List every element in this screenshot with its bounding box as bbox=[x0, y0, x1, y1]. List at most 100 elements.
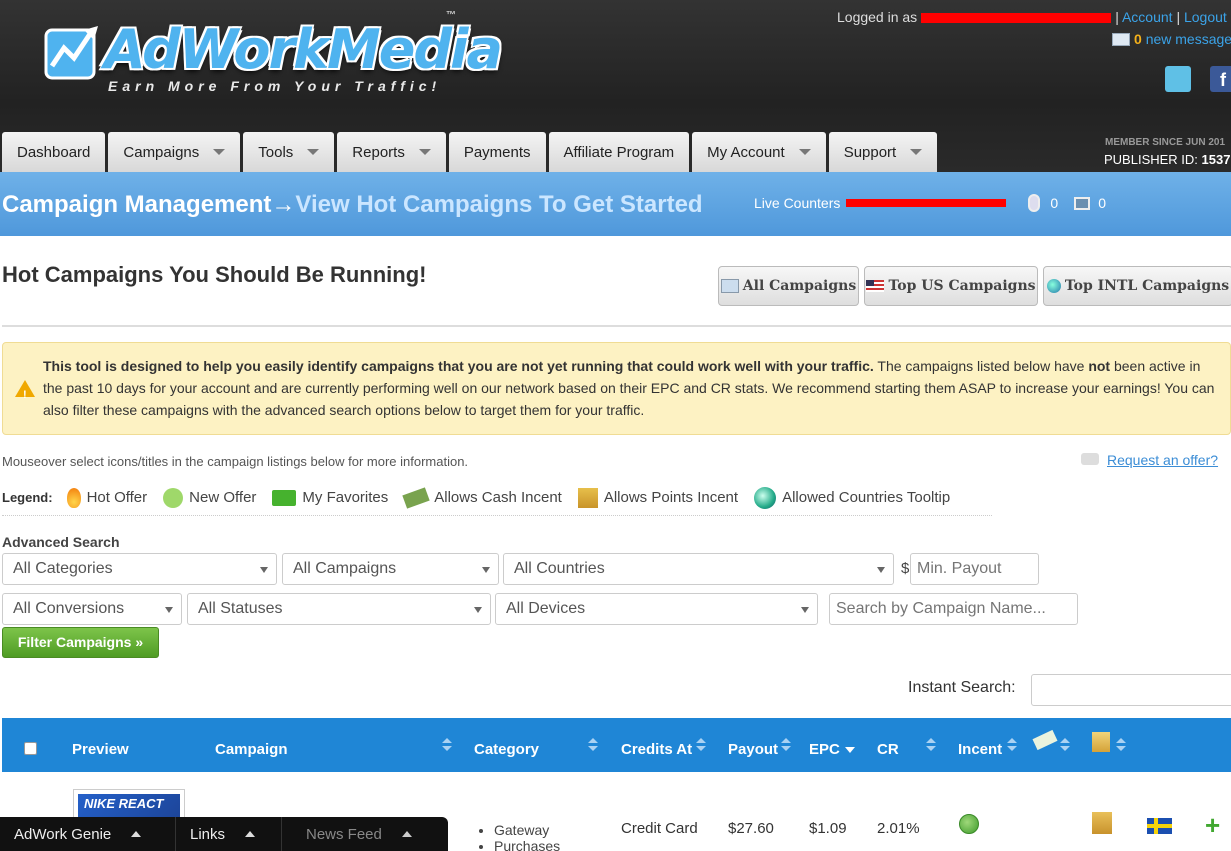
campaigns-select[interactable]: All Campaigns bbox=[282, 553, 499, 585]
countries-select[interactable]: All Countries bbox=[503, 553, 894, 585]
member-since: MEMBER SINCE JUN 201 bbox=[1105, 137, 1226, 148]
separator: | bbox=[1176, 9, 1181, 25]
nav-item-tools[interactable]: Tools bbox=[243, 132, 335, 172]
nav-item-reports[interactable]: Reports bbox=[337, 132, 446, 172]
account-link[interactable]: Account bbox=[1122, 9, 1173, 25]
devices-select[interactable]: All Devices bbox=[495, 593, 818, 625]
redacted-username bbox=[921, 13, 1112, 24]
column-category[interactable]: Category bbox=[474, 741, 539, 758]
nav-item-label: Tools bbox=[258, 143, 294, 161]
live-counters: Live Counters 0 0 bbox=[754, 194, 1106, 212]
adworkmedia-logo[interactable]: AdWorkMedia ™ Earn More From Your Traffi… bbox=[42, 6, 503, 101]
statuses-select[interactable]: All Statuses bbox=[187, 593, 491, 625]
site-header: AdWorkMedia ™ Earn More From Your Traffi… bbox=[0, 0, 1231, 172]
page-title-main: Campaign Management bbox=[2, 191, 272, 218]
legend-text: Hot Offer bbox=[86, 489, 148, 506]
us-flag-icon bbox=[866, 280, 885, 292]
clicks-count: 0 bbox=[1050, 195, 1059, 211]
chevron-up-icon bbox=[401, 831, 412, 837]
nav-item-affiliate-program[interactable]: Affiliate Program bbox=[548, 132, 690, 172]
select-value: All Devices bbox=[506, 600, 586, 617]
nav-item-label: Payments bbox=[463, 143, 531, 161]
legend-points-incent: Allows Points Incent bbox=[577, 487, 739, 508]
logo-trademark: ™ bbox=[446, 10, 456, 21]
select-value: All Countries bbox=[514, 560, 605, 577]
nav-item-payments[interactable]: Payments bbox=[448, 132, 546, 172]
chart-arrow-icon bbox=[44, 26, 98, 80]
categories-select[interactable]: All Categories bbox=[2, 553, 277, 585]
sort-icon[interactable] bbox=[588, 738, 598, 752]
links-tab[interactable]: Links bbox=[176, 817, 282, 851]
sort-icon[interactable] bbox=[442, 738, 452, 752]
main-nav: Dashboard Campaigns Tools Reports Payments Af… bbox=[2, 132, 938, 172]
mouseover-hint: Mouseover select icons/titles in the cam… bbox=[2, 454, 469, 469]
sort-icon[interactable] bbox=[926, 738, 936, 752]
sweden-flag-icon[interactable] bbox=[1147, 818, 1172, 834]
instant-search-label: Instant Search: bbox=[908, 679, 1016, 696]
legend-text: Allows Points Incent bbox=[603, 489, 739, 506]
sort-icon[interactable] bbox=[781, 738, 791, 752]
publisher-id-value: 15370 bbox=[1201, 152, 1231, 167]
nav-item-support[interactable]: Support bbox=[828, 132, 938, 172]
select-all-checkbox[interactable] bbox=[24, 742, 37, 755]
nav-item-my-account[interactable]: My Account bbox=[692, 132, 826, 172]
envelope-icon bbox=[1112, 33, 1130, 46]
instant-search-input[interactable] bbox=[1031, 674, 1231, 706]
chevron-down-icon bbox=[801, 607, 809, 613]
legend-cash-incent: Allows Cash Incent bbox=[402, 486, 562, 509]
request-offer-link[interactable]: Request an offer? bbox=[1081, 452, 1218, 468]
page-subtitle: View Hot Campaigns To Get Started bbox=[295, 191, 703, 218]
credits-at-value: Credit Card bbox=[621, 820, 698, 837]
news-feed-tab[interactable]: News Feed bbox=[282, 817, 448, 851]
adwork-genie-tab[interactable]: AdWork Genie bbox=[0, 817, 176, 851]
add-campaign-icon[interactable]: + bbox=[1205, 812, 1220, 838]
select-value: All Campaigns bbox=[293, 560, 397, 577]
all-campaigns-button[interactable]: All Campaigns bbox=[718, 266, 859, 306]
tab-label: AdWork Genie bbox=[14, 825, 112, 843]
notice-not: not bbox=[1088, 358, 1111, 374]
min-payout-input[interactable] bbox=[910, 553, 1039, 585]
notice-lead: This tool is designed to help you easily… bbox=[43, 358, 874, 374]
select-value: All Categories bbox=[13, 560, 113, 577]
nav-item-label: Dashboard bbox=[17, 143, 91, 161]
legend-hot-offer: Hot Offer bbox=[66, 487, 148, 508]
conversions-select[interactable]: All Conversions bbox=[2, 593, 182, 625]
sort-icon[interactable] bbox=[696, 738, 706, 752]
twitter-icon[interactable] bbox=[1165, 66, 1191, 92]
sort-desc-icon[interactable] bbox=[845, 747, 855, 753]
column-incent[interactable]: Incent bbox=[958, 741, 1002, 758]
facebook-icon[interactable]: f bbox=[1210, 66, 1231, 92]
filter-campaigns-button[interactable]: Filter Campaigns » bbox=[2, 627, 159, 658]
sort-icon[interactable] bbox=[1007, 738, 1017, 752]
top-intl-campaigns-button[interactable]: Top INTL Campaigns bbox=[1043, 266, 1231, 306]
select-value: All Conversions bbox=[13, 600, 125, 617]
fire-icon bbox=[66, 487, 81, 508]
mouse-clicks-icon bbox=[1028, 194, 1041, 212]
check-icon bbox=[959, 814, 979, 834]
sort-icon[interactable] bbox=[1116, 738, 1126, 752]
chevron-down-icon bbox=[307, 149, 320, 155]
column-epc[interactable]: EPC bbox=[809, 741, 840, 758]
column-cr[interactable]: CR bbox=[877, 741, 899, 758]
messages-link[interactable]: 0 new message bbox=[1112, 31, 1231, 47]
page-title-bar: Campaign Management→View Hot Campaigns T… bbox=[0, 172, 1231, 236]
cr-value: 2.01% bbox=[877, 820, 920, 837]
tab-label: Top INTL Campaigns bbox=[1064, 278, 1230, 294]
column-campaign[interactable]: Campaign bbox=[215, 741, 288, 758]
campaign-name-search-input[interactable] bbox=[829, 593, 1078, 625]
select-value: All Statuses bbox=[198, 600, 283, 617]
logout-link[interactable]: Logout bbox=[1184, 9, 1227, 25]
column-credits-at[interactable]: Credits At bbox=[621, 741, 692, 758]
cash-icon bbox=[402, 486, 430, 509]
chevron-down-icon bbox=[877, 567, 885, 573]
column-cash-icon bbox=[1032, 729, 1058, 751]
sort-icon[interactable] bbox=[1060, 738, 1070, 752]
logo-wordmark: AdWorkMedia bbox=[104, 18, 503, 81]
nav-item-dashboard[interactable]: Dashboard bbox=[2, 132, 106, 172]
column-payout[interactable]: Payout bbox=[728, 741, 778, 758]
points-coins-icon bbox=[1092, 812, 1112, 834]
top-us-campaigns-button[interactable]: Top US Campaigns bbox=[864, 266, 1038, 306]
globe-icon bbox=[1046, 279, 1061, 293]
section-title: Hot Campaigns You Should Be Running! bbox=[2, 262, 427, 287]
nav-item-campaigns[interactable]: Campaigns bbox=[108, 132, 241, 172]
